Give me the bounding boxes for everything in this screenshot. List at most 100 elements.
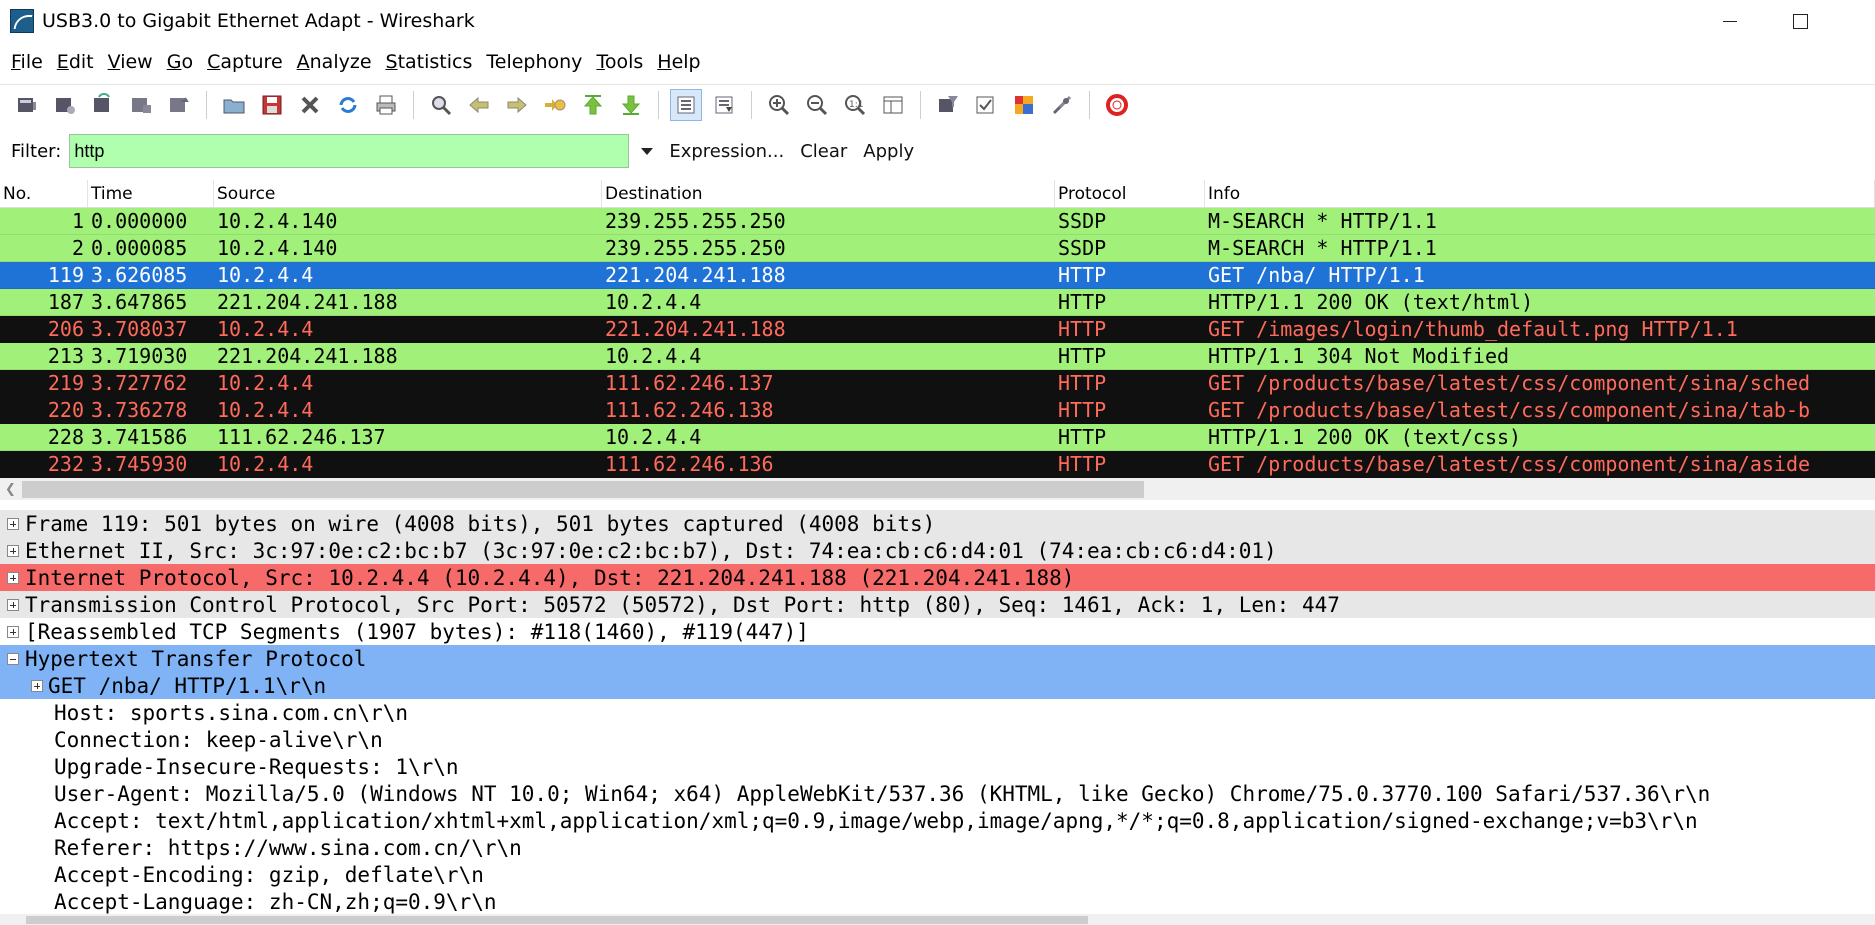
interfaces-button[interactable] [11,89,43,121]
detail-row[interactable]: GET /nba/ HTTP/1.1\r\n [0,672,1875,699]
stop-capture-button[interactable] [125,89,157,121]
collapse-icon[interactable] [7,652,19,665]
packet-row[interactable]: 213 3.719030 221.204.241.188 10.2.4.4 HTTP HT… [0,343,1875,370]
packet-row[interactable]: 2 0.000085 10.2.4.140 239.255.255.250 SSDP M-… [0,235,1875,262]
go-last-button[interactable] [615,89,647,121]
expression-button[interactable]: Expression... [669,141,784,162]
cell-protocol: HTTP [1058,263,1107,287]
menu-statistics[interactable]: Statistics [379,47,480,77]
details-hscrollbar[interactable] [0,914,1875,925]
menu-tools[interactable]: Tools [589,47,650,77]
detail-row[interactable]: Referer: https://www.sina.com.cn/\r\n [0,834,1875,861]
menu-mnemonic: V [107,51,121,73]
scroll-left-icon[interactable]: ❮ [5,482,16,497]
cell-time: 0.000000 [91,209,188,233]
go-first-button[interactable] [577,89,609,121]
preferences-button[interactable] [1046,89,1078,121]
menu-edit[interactable]: Edit [50,47,101,77]
scroll-thumb[interactable] [22,481,1144,498]
autoscroll-button[interactable] [708,89,740,121]
packet-row[interactable]: 206 3.708037 10.2.4.4 221.204.241.188 HTTP GE… [0,316,1875,343]
cell-destination: 111.62.246.138 [605,398,774,422]
detail-row[interactable]: Connection: keep-alive\r\n [0,726,1875,753]
filter-input[interactable] [69,134,630,168]
details-scroll-thumb[interactable] [26,916,1088,924]
reload-button[interactable] [332,89,364,121]
go-to-packet-button[interactable] [539,89,571,121]
menu-telephony[interactable]: Telephony [479,47,589,77]
cell-destination: 10.2.4.4 [605,290,702,314]
column-destination-header[interactable]: Destination [602,180,1055,207]
menu-analyze[interactable]: Analyze [290,47,379,77]
expand-icon[interactable] [7,571,19,584]
detail-row[interactable]: Hypertext Transfer Protocol [0,645,1875,672]
menu-go[interactable]: Go [160,47,200,77]
detail-row[interactable]: Frame 119: 501 bytes on wire (4008 bits)… [0,510,1875,537]
detail-row[interactable]: Transmission Control Protocol, Src Port:… [0,591,1875,618]
detail-row[interactable]: Upgrade-Insecure-Requests: 1\r\n [0,753,1875,780]
restart-capture-button[interactable] [163,89,195,121]
go-forward-icon [507,96,527,113]
menu-capture[interactable]: Capture [200,47,290,77]
options-button[interactable] [49,89,81,121]
packet-list-hscrollbar[interactable]: ❮ [0,478,1875,500]
expand-icon[interactable] [7,544,19,557]
apply-button[interactable]: Apply [863,141,914,162]
maximize-button[interactable] [1765,0,1835,42]
detail-row[interactable]: User-Agent: Mozilla/5.0 (Windows NT 10.0… [0,780,1875,807]
toolbar-separator [206,90,207,119]
packet-row[interactable]: 220 3.736278 10.2.4.4 111.62.246.138 HTTP GET… [0,397,1875,424]
go-back-button[interactable] [463,89,495,121]
expand-icon[interactable] [7,625,19,638]
colorize-button[interactable] [670,88,702,121]
packet-list[interactable]: No. Time Source Destination Protocol Info 1 0.… [0,180,1875,478]
print-button[interactable] [370,89,402,121]
filter-dropdown-icon[interactable] [641,147,654,155]
cell-info: GET /products/base/latest/css/component/… [1208,371,1811,395]
column-info-header[interactable]: Info [1205,180,1875,207]
coloring-rules-button[interactable] [1008,89,1040,121]
open-file-button[interactable] [218,89,250,121]
capture-filters-button[interactable] [932,89,964,121]
detail-row[interactable]: Accept: text/html,application/xhtml+xml,… [0,807,1875,834]
display-filters-button[interactable] [970,89,1002,121]
expand-icon[interactable] [7,598,19,611]
go-forward-button[interactable] [501,89,533,121]
packet-row[interactable]: 1 0.000000 10.2.4.140 239.255.255.250 SSDP M-… [0,208,1875,235]
find-packet-button[interactable] [425,89,457,121]
zoom-out-button[interactable] [801,89,833,121]
packet-row[interactable]: 219 3.727762 10.2.4.4 111.62.246.137 HTTP GET… [0,370,1875,397]
close-file-button[interactable] [294,89,326,121]
packet-row[interactable]: 232 3.745930 10.2.4.4 111.62.246.136 HTTP GET… [0,451,1875,478]
zoom-in-button[interactable] [763,89,795,121]
column-source-header[interactable]: Source [214,180,602,207]
resize-columns-button[interactable] [877,89,909,121]
zoom-normal-button[interactable]: 1:1 [839,89,871,121]
cell-destination: 221.204.241.188 [605,317,786,341]
menu-file[interactable]: File [4,47,50,77]
menu-view[interactable]: View [101,47,160,77]
cell-destination: 239.255.255.250 [605,209,786,233]
column-protocol-header[interactable]: Protocol [1055,180,1205,207]
detail-row[interactable]: Accept-Language: zh-CN,zh;q=0.9\r\n [0,888,1875,914]
column-no-header[interactable]: No. [0,180,88,207]
help-button[interactable] [1101,89,1133,121]
clear-button[interactable]: Clear [800,141,847,162]
save-file-button[interactable] [256,89,288,121]
expand-icon[interactable] [31,679,43,692]
detail-row[interactable]: [Reassembled TCP Segments (1907 bytes): … [0,618,1875,645]
detail-row[interactable]: Ethernet II, Src: 3c:97:0e:c2:bc:b7 (3c:… [0,537,1875,564]
packet-row[interactable]: 119 3.626085 10.2.4.4 221.204.241.188 HTTP GE… [0,262,1875,289]
start-capture-button[interactable] [87,89,119,121]
packet-row[interactable]: 228 3.741586 111.62.246.137 10.2.4.4 HTTP HTT… [0,424,1875,451]
packet-details-tree[interactable]: Frame 119: 501 bytes on wire (4008 bits)… [0,510,1875,914]
packet-row[interactable]: 187 3.647865 221.204.241.188 10.2.4.4 HTTP HT… [0,289,1875,316]
detail-row[interactable]: Internet Protocol, Src: 10.2.4.4 (10.2.4… [0,564,1875,591]
detail-row[interactable]: Accept-Encoding: gzip, deflate\r\n [0,861,1875,888]
menu-help[interactable]: Help [650,47,707,77]
cell-destination: 10.2.4.4 [605,344,702,368]
detail-row[interactable]: Host: sports.sina.com.cn\r\n [0,699,1875,726]
column-time-header[interactable]: Time [88,180,214,207]
minimize-button[interactable] [1695,0,1765,42]
expand-icon[interactable] [7,517,19,530]
